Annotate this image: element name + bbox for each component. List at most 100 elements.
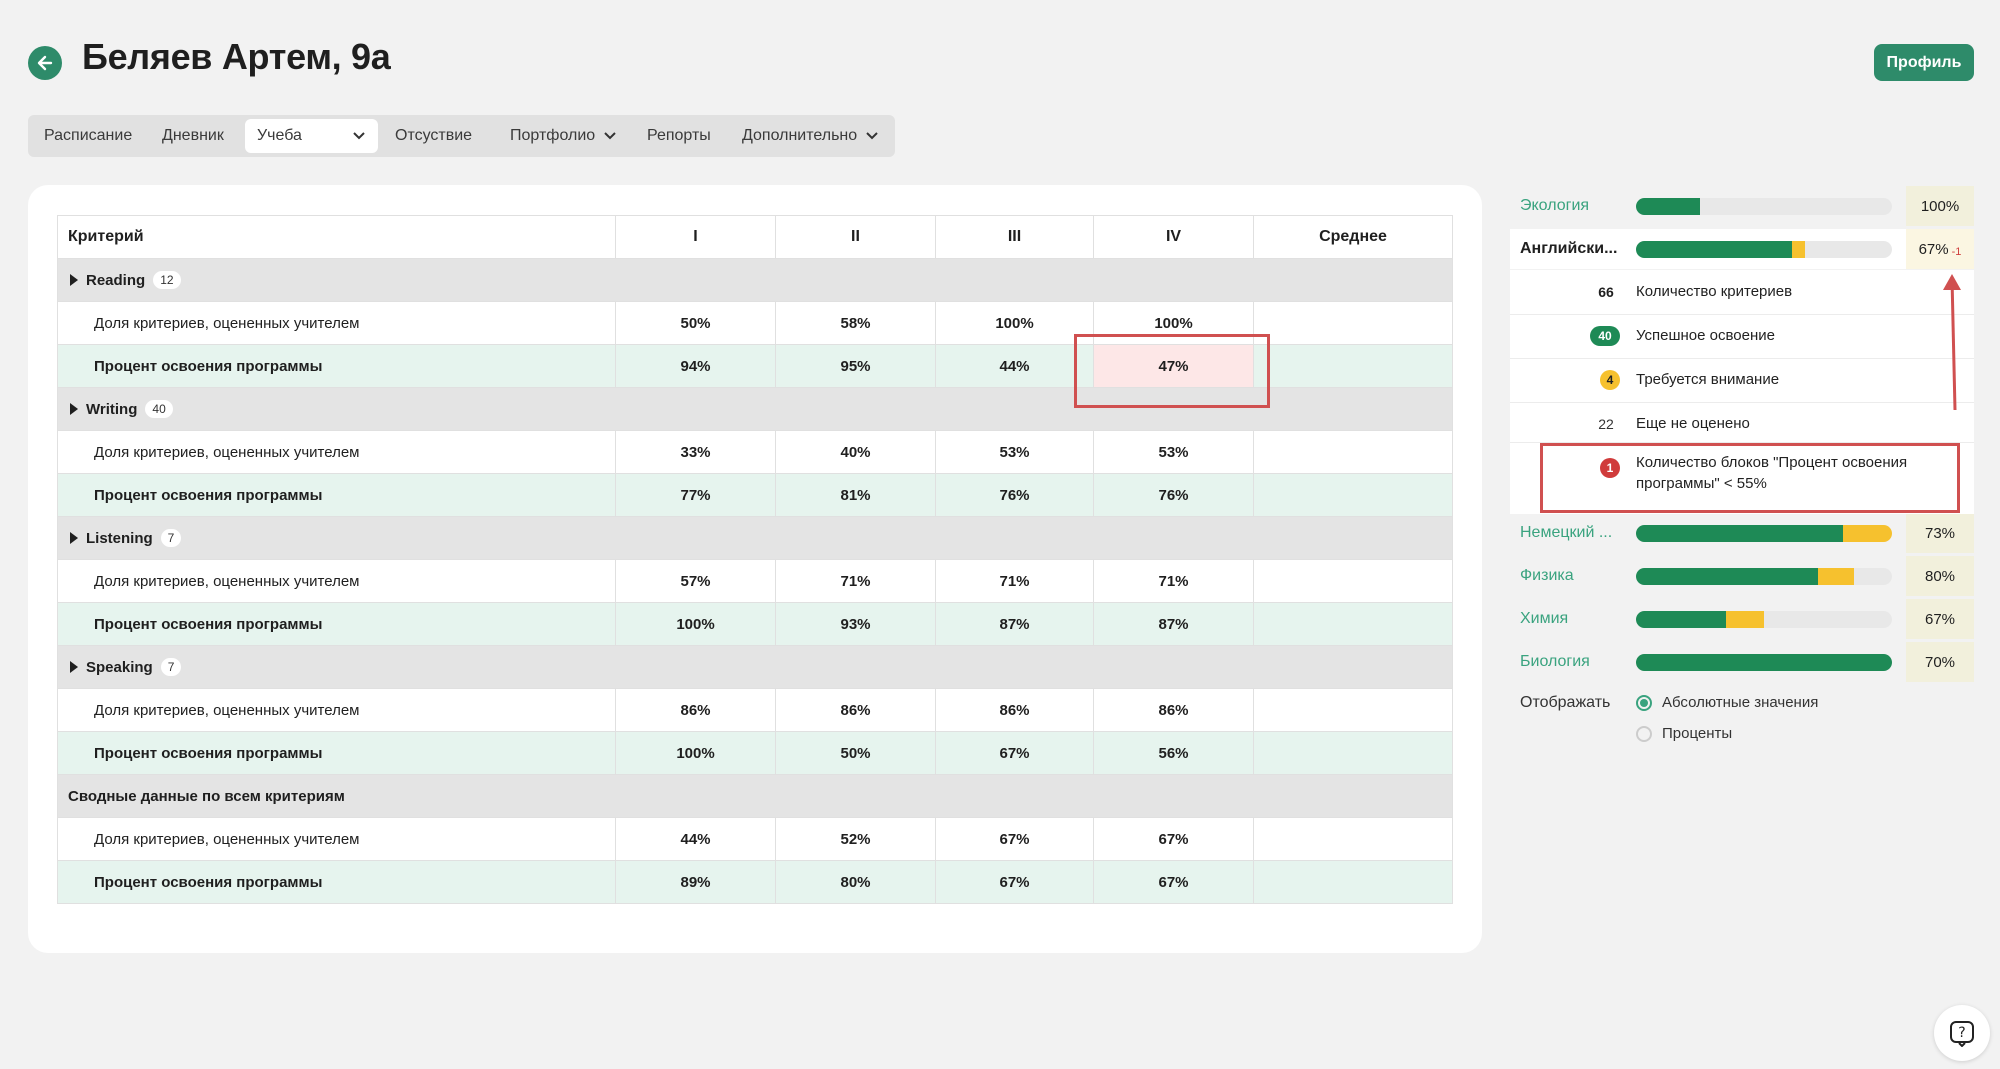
count-badge: 7 — [160, 529, 182, 547]
percent-value: 70% — [1924, 653, 1956, 671]
subject-row[interactable]: Немецкий ... 73% — [1510, 513, 1974, 553]
tab-diary[interactable]: Дневник — [162, 115, 224, 157]
chevron-down-icon — [604, 132, 616, 140]
table-cell: 57% — [615, 559, 776, 603]
group-name: Listening — [86, 529, 153, 547]
expand-triangle-icon[interactable] — [70, 661, 78, 673]
subject-name[interactable]: Биология — [1520, 653, 1630, 671]
radio-absolute[interactable]: Абсолютные значения — [1636, 694, 1818, 711]
group-name: Reading — [86, 271, 146, 289]
radio-button[interactable] — [1636, 725, 1652, 742]
table-cell: 50% — [775, 731, 936, 775]
table-row: Доля критериев, оцененных учителем 86% 86%… — [57, 688, 1453, 732]
subject-name[interactable]: Химия — [1520, 610, 1630, 628]
percent-value: 100% — [1920, 197, 1960, 215]
summary-row: Сводные данные по всем критериям — [57, 774, 1453, 818]
subject-row[interactable]: Биология 70% — [1510, 642, 1974, 682]
radio-percent[interactable]: Проценты — [1636, 725, 1732, 742]
summary-label: Сводные данные по всем критериям — [57, 774, 1453, 818]
count-badge: 12 — [153, 271, 181, 289]
table-cell: 86% — [1093, 688, 1254, 732]
tab-absence[interactable]: Отсуствие — [395, 115, 472, 157]
expand-triangle-icon[interactable] — [70, 274, 78, 286]
table-cell: 77% — [615, 473, 776, 517]
detail-text: Успешное освоение — [1636, 327, 1775, 344]
tab-portfolio[interactable]: Портфолио — [510, 115, 617, 157]
subject-row[interactable]: Химия 67% — [1510, 599, 1974, 639]
divider — [1510, 314, 1974, 315]
table-cell — [1253, 344, 1453, 388]
svg-text:?: ? — [1958, 1025, 1965, 1041]
tab-additional[interactable]: Дополнительно — [742, 115, 879, 157]
tab-reports[interactable]: Репорты — [647, 115, 711, 157]
radio-label: Проценты — [1662, 725, 1733, 742]
table-row: Доля критериев, оцененных учителем 57% 71%… — [57, 559, 1453, 603]
display-label: Отображать — [1520, 694, 1611, 711]
table-cell: 67% — [1093, 860, 1254, 904]
column-header: I — [615, 215, 776, 259]
subject-percent: 73% — [1906, 513, 1974, 553]
row-label: Процент освоения программы — [57, 344, 616, 388]
count-badge: 7 — [160, 658, 182, 676]
subject-row[interactable]: Экология 100% — [1510, 186, 1974, 226]
expand-triangle-icon[interactable] — [70, 403, 78, 415]
row-label: Доля критериев, оцененных учителем — [57, 559, 616, 603]
table-cell: 86% — [935, 688, 1094, 732]
detail-row: 4 Требуется внимание — [1510, 358, 1974, 402]
row-label: Доля критериев, оцененных учителем — [57, 688, 616, 732]
row-label: Доля критериев, оцененных учителем — [57, 301, 616, 345]
help-icon: ? — [1950, 1021, 1974, 1047]
subject-percent: 67% — [1906, 599, 1974, 639]
expand-triangle-icon[interactable] — [70, 532, 78, 544]
arrow-left-icon — [37, 55, 53, 71]
table-cell: 86% — [775, 688, 936, 732]
table-cell: 71% — [775, 559, 936, 603]
table-cell: 52% — [775, 817, 936, 861]
table-cell: 67% — [935, 731, 1094, 775]
table-cell: 53% — [1093, 430, 1254, 474]
count-value: 22 — [1598, 416, 1614, 432]
table-row: Доля критериев, оцененных учителем 33% 40%… — [57, 430, 1453, 474]
detail-text: Требуется внимание — [1636, 371, 1780, 388]
subject-name[interactable]: Английски... — [1520, 240, 1630, 258]
progress-green — [1636, 611, 1726, 628]
group-row[interactable]: Listening 7 — [57, 516, 1453, 560]
column-header: II — [775, 215, 936, 259]
table-cell: 86% — [615, 688, 776, 732]
table-cell — [1253, 602, 1453, 646]
row-label: Процент освоения программы — [57, 473, 616, 517]
profile-button[interactable]: Профиль — [1874, 44, 1974, 81]
subject-row[interactable]: Физика 80% — [1510, 556, 1974, 596]
back-button[interactable] — [28, 46, 62, 80]
tab-study[interactable]: Учеба — [245, 119, 378, 153]
table-row: Процент освоения программы 89% 80% 67% 67% — [57, 860, 1453, 904]
tab-schedule[interactable]: Расписание — [44, 115, 132, 157]
table-cell: 50% — [615, 301, 776, 345]
progress-bar — [1636, 198, 1892, 215]
table-cell: 67% — [1093, 817, 1254, 861]
criteria-table: Критерий I II III IV Среднее Reading 12 До… — [57, 215, 1453, 904]
table-header-row: Критерий I II III IV Среднее — [57, 215, 1453, 259]
column-header: Среднее — [1253, 215, 1453, 259]
column-header: IV — [1093, 215, 1254, 259]
radio-button[interactable] — [1636, 694, 1652, 711]
group-row[interactable]: Reading 12 — [57, 258, 1453, 302]
count-pill: 4 — [1600, 370, 1620, 390]
table-cell — [1253, 430, 1453, 474]
subject-name[interactable]: Физика — [1520, 567, 1630, 585]
progress-bar — [1636, 654, 1892, 671]
table-cell: 94% — [615, 344, 776, 388]
table-cell: 100% — [615, 602, 776, 646]
subject-row[interactable]: Английски... 67% -1 — [1510, 229, 1974, 269]
table-cell: 81% — [775, 473, 936, 517]
subject-name[interactable]: Немецкий ... — [1520, 524, 1630, 542]
subject-name[interactable]: Экология — [1520, 197, 1630, 215]
help-button[interactable]: ? — [1934, 1005, 1990, 1061]
table-cell — [1253, 860, 1453, 904]
table-cell — [1253, 731, 1453, 775]
group-row[interactable]: Speaking 7 — [57, 645, 1453, 689]
table-cell: 93% — [775, 602, 936, 646]
group-name: Speaking — [86, 658, 153, 676]
detail-text: Количество критериев — [1636, 283, 1793, 300]
progress-green — [1636, 654, 1892, 671]
